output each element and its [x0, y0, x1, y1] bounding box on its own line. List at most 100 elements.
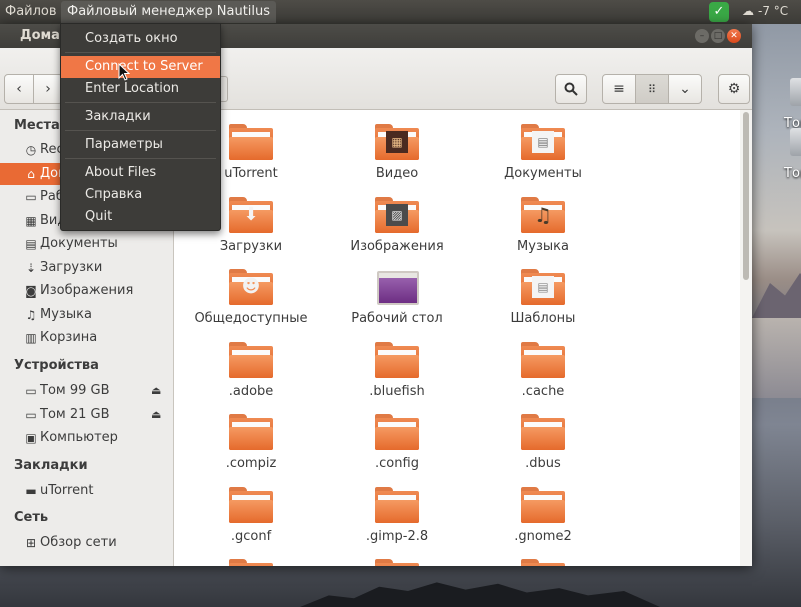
sidebar-item[interactable]: ♫ Музыка [0, 304, 174, 326]
weather-indicator[interactable]: ☁ -7 °C [742, 4, 788, 18]
video-emblem-icon: ▦ [386, 131, 408, 153]
file-name: .adobe [228, 383, 274, 399]
menu-item[interactable]: Создать окно [61, 28, 220, 50]
sidebar-item[interactable]: ▭ Том 99 GB ⏏ [0, 380, 174, 402]
eject-icon[interactable]: ⏏ [151, 380, 161, 402]
chevron-down-icon: ⌄ [679, 81, 691, 97]
panel-app-name[interactable]: Файлов [5, 4, 57, 19]
file-name: .config [375, 456, 419, 471]
sidebar-item[interactable]: ▭ Том 21 GB ⏏ [0, 404, 174, 426]
document-icon: ▤ [25, 237, 37, 251]
file-name: Документы [504, 166, 582, 181]
menu-item[interactable]: About Files [61, 162, 220, 184]
chevron-left-icon: ‹ [16, 81, 22, 97]
file-item[interactable]: .dbus [473, 414, 613, 486]
sidebar-item-label: Компьютер [40, 430, 118, 445]
file-item[interactable] [473, 559, 613, 566]
search-icon [564, 82, 578, 96]
file-name: Видео [375, 166, 419, 181]
file-item[interactable]: .adobe [181, 341, 321, 414]
menu-separator [65, 158, 216, 159]
video-icon: ▦ [25, 213, 37, 228]
view-options-button[interactable]: ⌄ [668, 74, 702, 104]
file-item[interactable]: .config [327, 414, 467, 486]
drive-icon: ▭ [25, 407, 37, 422]
folder-icon [521, 414, 565, 450]
file-name: .dbus [525, 456, 561, 471]
sidebar-item[interactable]: ⇣ Загрузки [0, 257, 174, 279]
maximize-button[interactable]: □ [711, 29, 725, 43]
forward-button[interactable]: › [33, 74, 63, 104]
gear-icon: ⚙ [727, 81, 741, 97]
app-menu: Создать окно Connect to Server Enter Locat… [60, 23, 221, 231]
sidebar-item[interactable]: ▬ uTorrent [0, 480, 174, 502]
file-item[interactable] [181, 559, 321, 566]
desktop-folder-icon [377, 271, 419, 305]
file-item[interactable]: ♫ Музыка [473, 196, 613, 269]
folder-icon: ▬ [25, 484, 37, 498]
list-icon: ≡ [613, 81, 625, 97]
menu-item[interactable]: Quit [61, 206, 220, 228]
sidebar-item[interactable]: ◙ Изображения [0, 280, 174, 302]
sidebar-item[interactable]: ⊞ Обзор сети [0, 532, 174, 554]
file-item[interactable]: ▤ Документы [473, 124, 613, 196]
wallpaper-rocks [300, 582, 660, 607]
sidebar-item-label: Том 99 GB [40, 383, 110, 398]
eject-icon[interactable]: ⏏ [151, 404, 161, 426]
menu-item[interactable]: Закладки [61, 106, 220, 128]
file-item[interactable]: ☻ Общедоступные [181, 269, 321, 341]
file-item[interactable]: .cache [473, 341, 613, 414]
scrollbar-thumb[interactable] [743, 112, 749, 280]
folder-icon: ⬇ [229, 196, 273, 233]
folder-icon [229, 486, 273, 523]
list-view-button[interactable]: ≡ [602, 74, 636, 104]
camera-icon: ◙ [25, 284, 37, 298]
back-button[interactable]: ‹ [4, 74, 34, 104]
mouse-pointer-icon [118, 63, 130, 81]
menu-item[interactable]: Параметры [61, 134, 220, 156]
settings-button[interactable]: ⚙ [718, 74, 750, 104]
public-emblem-icon: ☻ [241, 276, 261, 297]
app-menu-title[interactable]: Файловый менеджер Nautilus [61, 1, 277, 23]
file-name: .gconf [230, 528, 272, 544]
folder-icon [229, 124, 273, 160]
downloads-emblem-icon: ⬇ [243, 203, 259, 225]
file-item[interactable]: ▨ Изображения [327, 196, 467, 269]
sidebar-item[interactable]: ▤ Документы [0, 233, 174, 255]
computer-icon: ▣ [25, 431, 37, 445]
menu-item[interactable]: Connect to Server [61, 56, 220, 78]
file-item[interactable]: .compiz [181, 414, 321, 486]
file-item[interactable]: .gimp-2.8 [327, 486, 467, 559]
wallpaper-lake [752, 318, 801, 398]
folder-icon: ▤ [521, 269, 565, 305]
sidebar-header-network: Сеть [14, 510, 49, 525]
sidebar-item[interactable]: ▥ Корзина [0, 327, 174, 349]
file-item[interactable]: ▦ Видео [327, 124, 467, 196]
drive-icon [790, 78, 801, 106]
desktop-drive-label: Том [784, 166, 801, 181]
file-item[interactable]: Рабочий стол [327, 269, 467, 341]
menu-item[interactable]: Enter Location [61, 78, 220, 100]
file-name: .compiz [225, 456, 277, 471]
menu-item[interactable]: Справка [61, 184, 220, 206]
file-item[interactable] [327, 559, 467, 566]
desktop-icon: ▭ [25, 190, 37, 204]
search-button[interactable] [555, 74, 587, 104]
update-check-icon[interactable]: ✓ [709, 2, 729, 22]
close-button[interactable]: ✕ [727, 29, 741, 43]
file-item[interactable]: ▤ Шаблоны [473, 269, 613, 341]
file-item[interactable]: .bluefish [327, 341, 467, 414]
file-name: .bluefish [369, 383, 425, 399]
folder-icon [521, 486, 565, 523]
sidebar-item[interactable]: ▣ Компьютер [0, 427, 174, 449]
minimize-button[interactable]: – [695, 29, 709, 43]
folder-icon [375, 486, 419, 523]
desktop-drive-2[interactable]: Том [782, 128, 801, 188]
weather-temperature: -7 °C [758, 4, 789, 18]
file-item[interactable]: .gnome2 [473, 486, 613, 559]
folder-icon [375, 341, 419, 378]
file-item[interactable]: .gconf [181, 486, 321, 559]
grid-view-button[interactable]: ⠿ [635, 74, 669, 104]
sidebar-item-label: uTorrent [40, 483, 94, 498]
vertical-scrollbar[interactable] [740, 110, 752, 566]
